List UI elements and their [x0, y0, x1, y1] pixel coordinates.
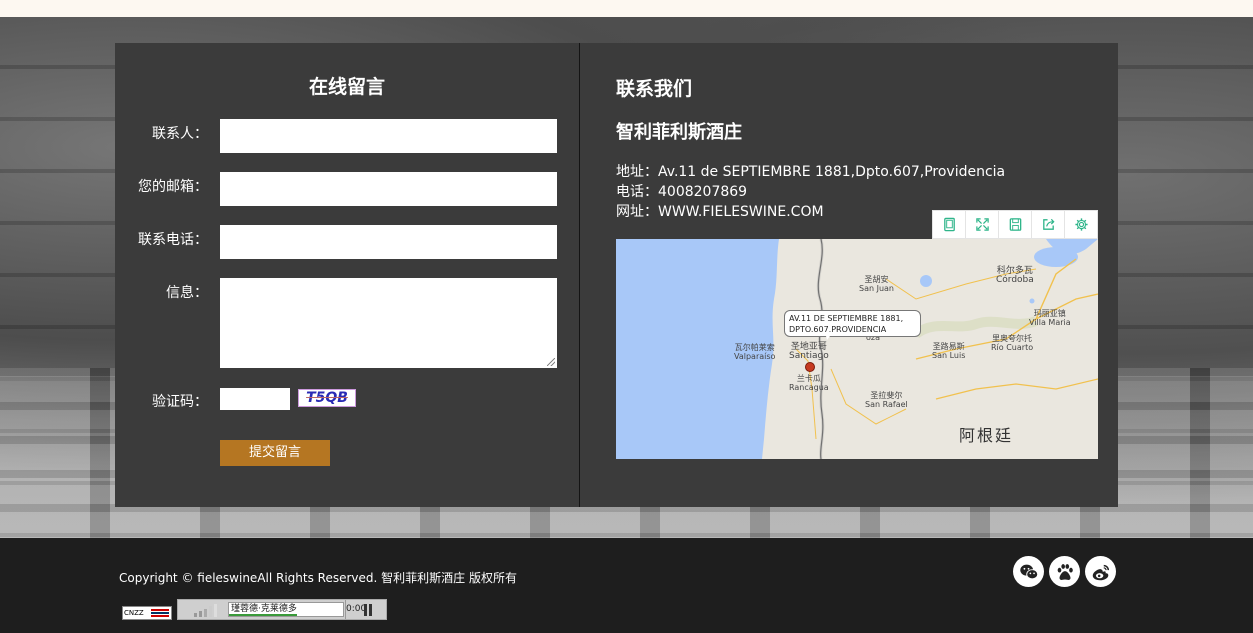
email-input[interactable] — [220, 172, 557, 206]
phone-label: 联系电话： — [138, 232, 208, 248]
message-textarea[interactable] — [220, 278, 557, 368]
submit-button[interactable]: 提交留言 — [220, 440, 330, 466]
pause-icon[interactable] — [363, 604, 373, 616]
map-label-san-luis: 圣路易斯 San Luis — [932, 342, 966, 360]
captcha-label: 验证码： — [152, 394, 208, 410]
map-label-argentina: 阿根廷 — [959, 426, 1014, 445]
map-label-san-rafael: 圣拉斐尔 San Rafael — [865, 391, 908, 409]
music-player: 瑾蓉德·克莱德多 0:00 — [177, 599, 387, 620]
website-line[interactable]: 网址：WWW.FIELESWINE.COM — [616, 201, 824, 221]
phone-input[interactable] — [220, 225, 557, 259]
top-strip — [0, 0, 1253, 17]
map-label-valparaiso: 瓦尔帕莱索 Valparaíso — [734, 343, 776, 361]
map-label-santiago: 圣地亚哥 Santiago — [789, 342, 829, 361]
player-track[interactable]: 瑾蓉德·克莱德多 0:00 — [228, 602, 366, 617]
message-label: 信息： — [166, 285, 208, 301]
map-pin-icon[interactable] — [805, 362, 815, 372]
player-track-title: 瑾蓉德·克莱德多 — [231, 604, 297, 614]
resize-grip-icon[interactable] — [547, 358, 555, 366]
captcha-image[interactable]: T5QB — [298, 389, 356, 407]
weibo-icon[interactable] — [1085, 556, 1116, 587]
contact-title: 联系我们 — [616, 78, 693, 100]
map-label-villa-maria: 玛丽亚镇 Villa Maria — [1029, 309, 1071, 327]
volume-icon[interactable] — [192, 603, 222, 617]
map-label-rio-cuarto: 里奥夸尔托 Río Cuarto — [991, 334, 1034, 352]
tablet-icon[interactable] — [933, 211, 966, 238]
fullscreen-icon[interactable] — [966, 211, 999, 238]
settings-icon[interactable] — [1065, 211, 1097, 238]
player-progress[interactable] — [229, 614, 298, 616]
map-label-san-juan: 圣胡安 San Juan — [859, 275, 894, 293]
contact-name-input[interactable] — [220, 119, 557, 153]
baidu-icon[interactable] — [1049, 556, 1080, 587]
company-name: 智利菲利斯酒庄 — [616, 122, 742, 143]
address-line: 地址：Av.11 de SEPTIEMBRE 1881,Dpto.607,Pro… — [616, 164, 1006, 180]
contact-name-label: 联系人： — [152, 126, 208, 142]
location-map[interactable]: 圣胡安 San Juan 科尔多瓦 Córdoba 玛丽亚镇 Villa Maria … — [616, 239, 1098, 459]
map-callout: AV.11 DE SEPTIEMBRE 1881, DPTO.607,PROVID… — [784, 310, 921, 340]
panel-divider — [579, 43, 580, 507]
share-icon[interactable] — [1032, 211, 1065, 238]
footer-copyright: Copyright © fieleswineAll Rights Reserve… — [119, 571, 517, 585]
map-label-cordoba: 科尔多瓦 Córdoba — [996, 266, 1034, 285]
phone-line: 电话：4008207869 — [616, 184, 748, 200]
player-separator — [345, 600, 346, 619]
map-toolbar — [932, 210, 1098, 239]
map-label-rancagua: 兰卡瓜 Rancagua — [789, 374, 829, 392]
cnzz-badge[interactable]: CNZZ — [122, 606, 172, 620]
form-title: 在线留言 — [308, 76, 385, 98]
email-label: 您的邮箱： — [138, 179, 208, 195]
save-icon[interactable] — [999, 211, 1032, 238]
message-form-panel — [115, 43, 579, 507]
wechat-icon[interactable] — [1013, 556, 1044, 587]
captcha-input[interactable] — [220, 388, 290, 410]
